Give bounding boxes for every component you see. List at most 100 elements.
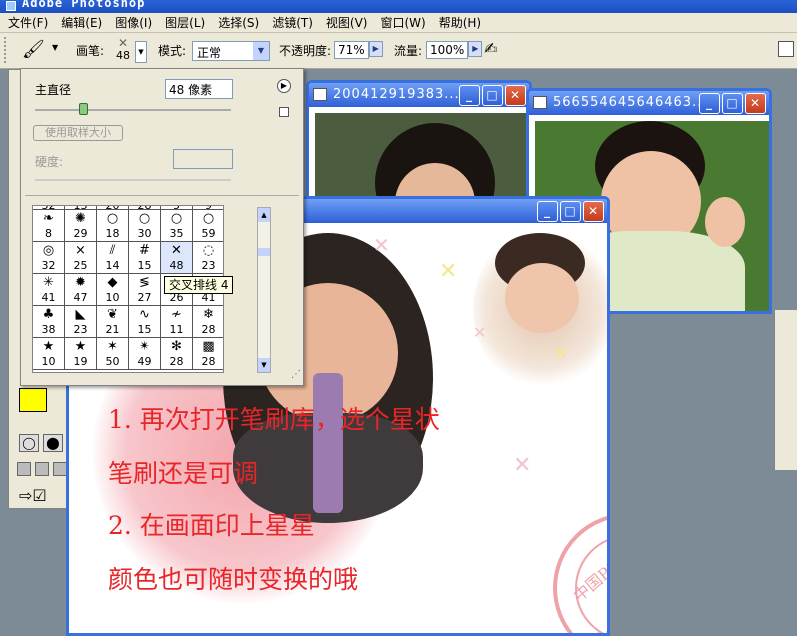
minimize-button[interactable]: _ bbox=[699, 93, 720, 114]
foreground-color-swatch[interactable] bbox=[19, 388, 47, 412]
use-sample-size-button[interactable]: 使用取样大小 bbox=[33, 125, 123, 141]
panel-menu-arrow-icon[interactable]: ▶ bbox=[277, 79, 291, 93]
minimize-button[interactable]: _ bbox=[459, 85, 480, 106]
brush-cell[interactable]: ○ 59 bbox=[193, 210, 223, 242]
minimize-button[interactable]: _ bbox=[537, 201, 558, 222]
round-brush-icon: ○ bbox=[106, 211, 119, 226]
menu-image[interactable]: 图像(I) bbox=[115, 14, 152, 31]
menu-select[interactable]: 选择(S) bbox=[218, 14, 259, 31]
scroll-down-icon[interactable]: ▼ bbox=[258, 358, 270, 372]
hardness-slider-track[interactable] bbox=[35, 179, 231, 181]
palette-well-icon[interactable] bbox=[778, 41, 794, 57]
brush-cell[interactable]: ✹ 47 bbox=[65, 274, 97, 306]
menu-layer[interactable]: 图层(L) bbox=[165, 14, 205, 31]
brush-cell[interactable]: ≁ 11 bbox=[161, 306, 193, 338]
close-button[interactable]: ✕ bbox=[583, 201, 604, 222]
brush-cell[interactable]: ≶ 27 bbox=[129, 274, 161, 306]
hardness-input[interactable] bbox=[173, 149, 233, 169]
brush-cell[interactable]: ▩ 28 bbox=[193, 338, 223, 370]
brush-cell[interactable]: ○ 18 bbox=[97, 210, 129, 242]
menu-help[interactable]: 帮助(H) bbox=[439, 14, 481, 31]
brush-cell[interactable]: ★ 19 bbox=[65, 338, 97, 370]
crosshatch-brush-icon: ✕ bbox=[171, 243, 182, 258]
document-window-1-titlebar[interactable]: 200412919383... _ □ ✕ bbox=[309, 83, 529, 107]
menu-file[interactable]: 文件(F) bbox=[8, 14, 48, 31]
brush-cell[interactable]: ✴ 49 bbox=[129, 338, 161, 370]
forum-stamp: 中国PS在线论坛 ★ S哥专用 bbox=[553, 513, 607, 633]
quick-mask-icon[interactable]: ⬤ bbox=[43, 434, 63, 452]
maximize-button[interactable]: □ bbox=[722, 93, 743, 114]
brush-tool-icon[interactable]: 🖌 bbox=[22, 39, 45, 60]
screen-mode-full-icon[interactable] bbox=[53, 462, 67, 476]
scroll-thumb[interactable] bbox=[258, 248, 270, 256]
menu-view[interactable]: 视图(V) bbox=[326, 14, 368, 31]
brush-cell[interactable]: ❄ 28 bbox=[193, 306, 223, 338]
brush-cell[interactable]: ○ 30 bbox=[129, 210, 161, 242]
close-button[interactable]: ✕ bbox=[505, 85, 526, 106]
brush-cell[interactable]: ◎ 32 bbox=[33, 242, 65, 274]
brush-cell[interactable]: ◌ 23 bbox=[193, 242, 223, 274]
brush-cell[interactable]: ❦ 21 bbox=[97, 306, 129, 338]
splash-brush-icon: ♣ bbox=[42, 307, 55, 322]
brush-cell[interactable]: ✶ 50 bbox=[97, 338, 129, 370]
brush-cell[interactable]: ✺ 29 bbox=[65, 210, 97, 242]
brush-cell-selected[interactable]: ✕ 48 bbox=[161, 242, 193, 274]
side-panel-edge bbox=[774, 310, 797, 470]
stroke-brush-icon: ≁ bbox=[171, 307, 182, 322]
round-brush-icon: ○ bbox=[170, 211, 183, 226]
flow-input[interactable]: 100% bbox=[426, 41, 469, 59]
screen-mode-menubar-icon[interactable] bbox=[35, 462, 49, 476]
opacity-slider-arrow-icon[interactable]: ▶ bbox=[368, 41, 383, 57]
screen-mode-standard-icon[interactable] bbox=[17, 462, 31, 476]
sparkle-brush-icon: ✴ bbox=[139, 339, 150, 354]
opacity-control: 71% ▶ bbox=[334, 41, 383, 59]
brush-cell[interactable]: ⫽ 14 bbox=[97, 242, 129, 274]
sparkle-icon: ✕ bbox=[373, 233, 390, 257]
brush-picker-dropdown[interactable]: ▼ bbox=[135, 41, 147, 63]
airbrush-icon[interactable]: ✍ bbox=[484, 39, 497, 58]
brush-cell[interactable]: ❧ 8 bbox=[33, 210, 65, 242]
diameter-slider-thumb[interactable] bbox=[79, 103, 88, 115]
sparkle-icon: ✕ bbox=[553, 343, 569, 364]
new-preset-icon[interactable] bbox=[279, 107, 289, 117]
maximize-button[interactable]: □ bbox=[482, 85, 503, 106]
document-window-2-titlebar[interactable]: 566554645646463... _ □ ✕ bbox=[529, 91, 769, 115]
caption-line-2: 笔刷还是可调 bbox=[108, 459, 259, 488]
panel-divider bbox=[25, 195, 299, 196]
caption-line-3: 2. 在画面印上星星 bbox=[108, 511, 315, 540]
brush-cell[interactable]: ◆ 10 bbox=[97, 274, 129, 306]
brush-label: 画笔: bbox=[76, 44, 105, 58]
menu-filter[interactable]: 滤镜(T) bbox=[272, 14, 313, 31]
resize-grip-icon[interactable]: ⋰ bbox=[291, 369, 301, 380]
diameter-slider-track[interactable] bbox=[35, 109, 231, 111]
mode-select[interactable]: 正常 ▼ bbox=[192, 41, 270, 61]
options-grip[interactable] bbox=[4, 37, 8, 63]
brush-cell[interactable]: ○ 35 bbox=[161, 210, 193, 242]
menu-window[interactable]: 窗口(W) bbox=[380, 14, 425, 31]
menu-edit[interactable]: 编辑(E) bbox=[61, 14, 102, 31]
tool-preset-chevron-icon[interactable]: ▼ bbox=[52, 43, 58, 52]
grid-brush-icon: # bbox=[139, 243, 150, 258]
brush-list-scrollbar[interactable]: ▲ ▼ bbox=[257, 207, 271, 373]
master-diameter-label: 主直径 bbox=[35, 83, 72, 97]
close-button[interactable]: ✕ bbox=[745, 93, 766, 114]
standard-mode-icon[interactable]: ◯ bbox=[19, 434, 39, 452]
brush-cell[interactable]: #15 bbox=[129, 242, 161, 274]
scroll-up-icon[interactable]: ▲ bbox=[258, 208, 270, 222]
master-diameter-input[interactable]: 48 像素 bbox=[165, 79, 233, 99]
document-file-icon bbox=[313, 88, 327, 101]
brush-cell[interactable]: ◣ 23 bbox=[65, 306, 97, 338]
scatter-brush-icon: ✻ bbox=[171, 339, 182, 354]
brush-preview[interactable]: ✕ 48 bbox=[112, 36, 134, 66]
photoshop-icon bbox=[6, 1, 16, 11]
brush-cell[interactable]: ∿ 15 bbox=[129, 306, 161, 338]
brush-cell[interactable]: ✳ 41 bbox=[33, 274, 65, 306]
brush-cell[interactable]: ★ 10 bbox=[33, 338, 65, 370]
brush-cell[interactable]: ✻ 28 bbox=[161, 338, 193, 370]
opacity-input[interactable]: 71% bbox=[334, 41, 369, 59]
brush-cell[interactable]: × 25 bbox=[65, 242, 97, 274]
brush-cell[interactable]: ♣ 38 bbox=[33, 306, 65, 338]
maximize-button[interactable]: □ bbox=[560, 201, 581, 222]
flow-slider-arrow-icon[interactable]: ▶ bbox=[468, 41, 483, 57]
jump-to-imageready-icon[interactable]: ⇨☑ bbox=[19, 486, 47, 505]
